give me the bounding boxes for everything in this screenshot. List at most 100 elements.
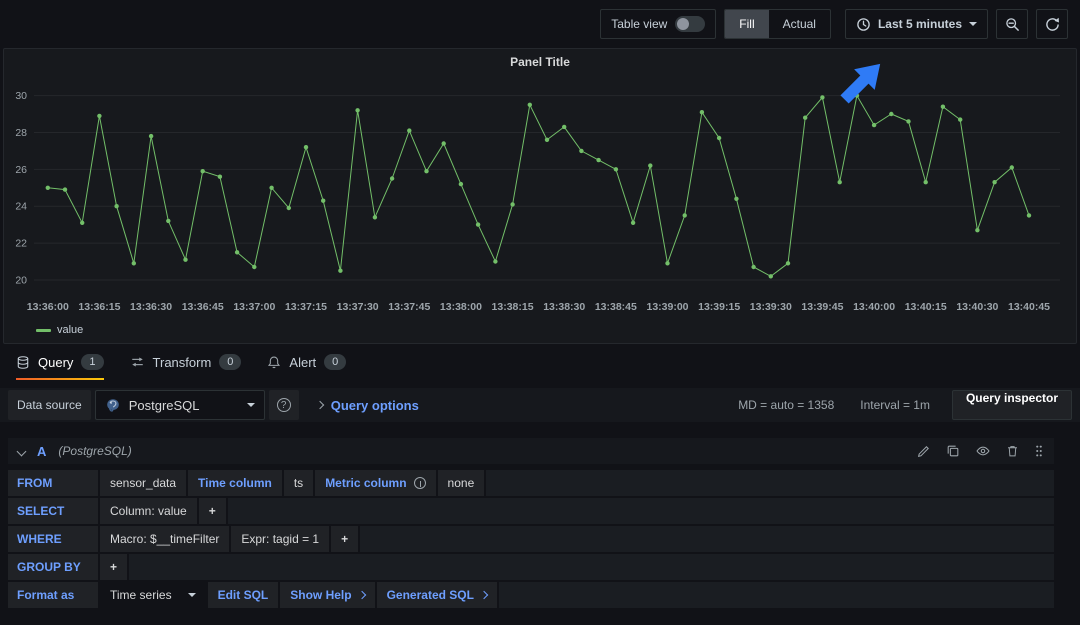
svg-text:13:38:30: 13:38:30 [543,301,585,313]
svg-text:13:36:30: 13:36:30 [130,301,172,313]
tab-query[interactable]: Query 1 [16,354,104,380]
tab-query-count: 1 [81,354,104,370]
format-as-label: Format as [8,582,98,608]
edit-pencil-icon[interactable] [917,444,931,458]
svg-text:26: 26 [15,164,27,176]
svg-text:13:36:00: 13:36:00 [27,301,69,313]
time-column-label-segment[interactable]: Time column [188,470,282,496]
where-row: WHERE Macro: $__timeFilter Expr: tagid =… [8,526,1054,552]
svg-text:13:38:00: 13:38:00 [440,301,482,313]
select-column-segment[interactable]: Column: value [100,498,197,524]
query-inspector-button[interactable]: Query inspector [951,390,1072,420]
metric-column-text: Metric column [325,476,407,490]
where-macro-segment[interactable]: Macro: $__timeFilter [100,526,230,552]
generated-sql-button[interactable]: Generated SQL [376,582,497,608]
drag-handle-icon[interactable] [1034,444,1044,458]
format-as-select[interactable]: Time series [100,582,206,608]
chevron-down-icon [187,593,196,597]
refresh-button[interactable] [1036,9,1068,39]
show-help-button[interactable]: Show Help [280,582,375,608]
eye-icon[interactable] [975,444,991,458]
table-view-toggle[interactable] [675,16,706,32]
tab-alert-count: 0 [324,354,347,370]
table-view-control: Table view [600,9,717,39]
time-range-picker[interactable]: Last 5 minutes [844,9,988,39]
svg-text:24: 24 [15,201,27,213]
time-series-panel: Panel Title 20 22 24 26 28 30 13:36:00 13:36:15… [3,48,1077,344]
format-row: Format as Time series Edit SQL Show Help… [8,582,1054,608]
time-series-chart: 20 22 24 26 28 30 13:36:00 13:36:15 13:36:30 13:3… [15,90,1060,313]
query-ref-id: A [37,443,47,459]
svg-text:22: 22 [15,238,27,250]
max-datapoints-info: MD = auto = 1358 [738,398,835,412]
show-help-text: Show Help [290,588,352,602]
trash-icon[interactable] [1006,444,1019,458]
zoom-out-button[interactable] [996,9,1028,39]
svg-text:30: 30 [15,90,27,102]
tab-alert[interactable]: Alert 0 [267,354,347,380]
row-filler [360,526,1054,552]
svg-text:13:40:15: 13:40:15 [905,301,947,313]
fill-button[interactable]: Fill [725,10,769,38]
datasource-help-button[interactable]: ? [268,390,299,420]
query-datasource-hint: (PostgreSQL) [58,444,132,458]
datasource-picker[interactable]: PostgreSQL [94,390,265,420]
svg-text:13:39:15: 13:39:15 [698,301,740,313]
duplicate-icon[interactable] [946,444,960,458]
datasource-label: Data source [8,390,91,420]
time-column-value-segment[interactable]: ts [283,470,314,496]
svg-text:13:40:00: 13:40:00 [853,301,895,313]
query-row-header: A (PostgreSQL) [8,438,1054,464]
metric-column-value-segment[interactable]: none [437,470,485,496]
datasource-bar: Data source PostgreSQL ? Query options M… [0,388,1080,422]
tab-transform[interactable]: Transform 0 [130,354,242,380]
svg-text:13:37:15: 13:37:15 [285,301,327,313]
time-range-label: Last 5 minutes [877,17,962,31]
select-add-button[interactable]: + [198,498,226,524]
query-options-toggle[interactable]: Query options [315,397,419,413]
database-icon [17,355,29,369]
chevron-right-icon [357,590,366,600]
svg-text:13:40:45: 13:40:45 [1008,301,1050,313]
bell-icon [268,356,281,368]
format-as-value: Time series [110,588,172,602]
top-toolbar: Table view Fill Actual Last 5 minutes [0,0,1080,48]
from-label: FROM [8,470,98,496]
chevron-down-icon [246,403,255,407]
groupby-row: GROUP BY + [8,554,1054,580]
where-expr-segment[interactable]: Expr: tagid = 1 [231,526,330,552]
toggle-knob [677,18,690,30]
tab-query-label: Query [38,354,74,370]
chevron-down-icon [969,22,977,26]
where-add-button[interactable]: + [331,526,359,552]
row-filler [227,498,1054,524]
refresh-icon [1045,17,1059,31]
svg-text:13:36:15: 13:36:15 [78,301,120,313]
actual-button[interactable]: Actual [769,10,830,38]
select-row: SELECT Column: value + [8,498,1054,524]
datasource-value: PostgreSQL [128,397,200,413]
query-header-actions [917,444,1044,458]
svg-text:13:39:00: 13:39:00 [646,301,688,313]
groupby-add-button[interactable]: + [100,554,128,580]
metric-column-label-segment[interactable]: Metric column [315,470,436,496]
from-table-segment[interactable]: sensor_data [100,470,187,496]
svg-text:13:39:45: 13:39:45 [801,301,843,313]
tab-transform-count: 0 [219,354,242,370]
row-filler [498,582,1054,608]
collapse-chevron-icon[interactable] [16,446,27,456]
svg-text:28: 28 [15,127,27,139]
svg-text:13:39:30: 13:39:30 [750,301,792,313]
interval-info: Interval = 1m [860,398,930,412]
generated-sql-text: Generated SQL [386,588,474,602]
select-label: SELECT [8,498,98,524]
query-options-label: Query options [330,397,419,413]
svg-text:13:38:45: 13:38:45 [595,301,637,313]
fit-mode-group: Fill Actual [724,9,831,39]
tab-transform-label: Transform [152,354,212,370]
clock-icon [857,17,870,31]
editor-tabs: Query 1 Transform 0 Alert 0 [0,344,1080,380]
legend-series-label[interactable]: value [57,324,83,336]
svg-text:13:40:30: 13:40:30 [956,301,998,313]
edit-sql-button[interactable]: Edit SQL [207,582,279,608]
